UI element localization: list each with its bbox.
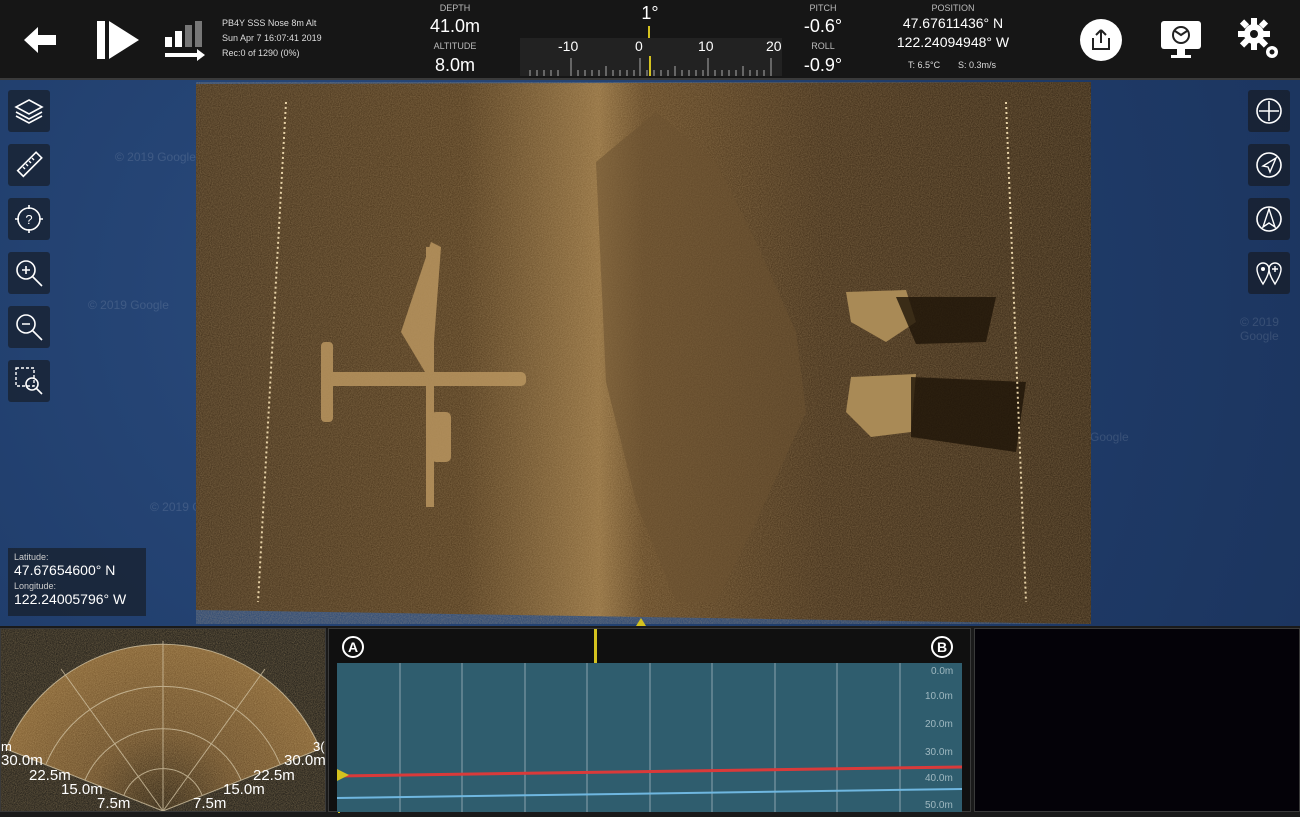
secondary-view-panel xyxy=(974,628,1300,812)
marker-b[interactable]: B xyxy=(931,636,953,658)
forward-sonar-panel: m 30.0m 22.5m 15.0m 7.5m 3( 30.0m 22.5m … xyxy=(0,628,326,812)
depth-label: DEPTH xyxy=(439,3,471,13)
profile-header xyxy=(337,629,962,665)
depth-tick-label: 10.0m xyxy=(925,691,953,702)
heading-value: 1° xyxy=(641,3,659,23)
altitude-value: 8.0m xyxy=(434,55,476,75)
speed-readout: S: 0.3m/s xyxy=(958,60,997,70)
roll-value: -0.9° xyxy=(803,55,843,75)
play-step-button[interactable] xyxy=(94,16,142,64)
map-watermark: Google xyxy=(1090,430,1129,444)
cursor-coordinates: Latitude: 47.67654600° N Longitude: 122.… xyxy=(8,548,146,616)
map-watermark: © 2019 Google xyxy=(115,150,196,164)
depth-tick-label: 50.0m xyxy=(925,800,953,811)
navigate-icon xyxy=(1256,152,1282,178)
right-toolbar xyxy=(1248,90,1294,306)
record-counter: Rec:0 of 1290 (0%) xyxy=(222,48,300,58)
crosshair-icon xyxy=(1256,98,1282,124)
sidescan-sonar-image xyxy=(196,82,1091,624)
back-button[interactable] xyxy=(20,20,60,60)
range-label: 15.0m xyxy=(223,781,265,798)
signal-bars-icon xyxy=(165,21,205,61)
depth-value: 41.0m xyxy=(429,16,481,36)
heading-compass: 1° -10 0 10 20 xyxy=(520,0,782,78)
longitude-value: 122.24005796° W xyxy=(14,591,127,607)
marker-pins-icon xyxy=(1256,262,1282,286)
ruler-button[interactable] xyxy=(8,144,50,186)
north-arrow-button[interactable] xyxy=(1248,198,1290,240)
compass-scale: -10 0 10 20 xyxy=(520,38,782,76)
play-step-icon xyxy=(97,21,139,59)
ruler-icon xyxy=(16,151,43,178)
track-position-marker xyxy=(636,618,646,626)
map-watermark: © 2019 Google xyxy=(88,298,169,312)
longitude-label: Longitude: xyxy=(14,581,57,591)
layers-button[interactable] xyxy=(8,90,50,132)
layers-icon xyxy=(14,99,44,124)
signal-strength-button[interactable] xyxy=(162,18,208,62)
latitude-label: Latitude: xyxy=(14,552,49,562)
depth-tick-label: 40.0m xyxy=(925,773,953,784)
zoom-out-icon xyxy=(16,314,43,341)
marker-a[interactable]: A xyxy=(342,636,364,658)
pitch-label: PITCH xyxy=(809,3,837,13)
depth-tick-label: 20.0m xyxy=(925,719,953,730)
profile-plot xyxy=(336,663,963,812)
left-toolbar: ? xyxy=(8,90,54,414)
file-info: PB4Y SSS Nose 8m Alt Sun Apr 7 16:07:41 … xyxy=(222,16,322,61)
position-lon: 122.24094948° W xyxy=(896,34,1010,50)
navigate-button[interactable] xyxy=(1248,144,1290,186)
screen-button[interactable] xyxy=(1158,18,1204,60)
playhead-marker[interactable] xyxy=(594,629,597,663)
crosshair-button[interactable] xyxy=(1248,90,1290,132)
top-toolbar: PB4Y SSS Nose 8m Alt Sun Apr 7 16:07:41 … xyxy=(0,0,1300,80)
current-depth-marker xyxy=(337,769,349,781)
range-label: 7.5m xyxy=(97,795,131,812)
zoom-region-button[interactable] xyxy=(8,360,50,402)
depth-tick-label: 0.0m xyxy=(931,666,954,677)
zoom-out-button[interactable] xyxy=(8,306,50,348)
latitude-value: 47.67654600° N xyxy=(14,562,116,578)
gear-icon xyxy=(1238,18,1278,58)
range-label: 7.5m xyxy=(193,795,227,812)
marker-pins-button[interactable] xyxy=(1248,252,1290,294)
north-arrow-icon xyxy=(1256,206,1282,232)
altitude-label: ALTITUDE xyxy=(433,41,477,51)
zoom-in-icon xyxy=(16,260,43,287)
share-icon xyxy=(1092,29,1110,50)
sonar-map-view[interactable]: © 2019 Google © 2019 Google © 2019 Googl… xyxy=(0,80,1300,626)
zoom-in-button[interactable] xyxy=(8,252,50,294)
help-target-icon: ? xyxy=(15,205,43,233)
profile-chart: 0.0m 10.0m 20.0m 30.0m 40.0m 50.0m xyxy=(336,663,963,812)
map-watermark: © 2019 Google xyxy=(1240,315,1279,343)
depth-tick-label: 30.0m xyxy=(925,747,953,758)
help-target-button[interactable]: ? xyxy=(8,198,50,240)
compass-ticks xyxy=(529,56,772,76)
position-label: POSITION xyxy=(931,3,975,13)
heading-pointer xyxy=(648,26,650,38)
position-lat: 47.67611436° N xyxy=(902,15,1004,31)
file-date: Sun Apr 7 16:07:41 2019 xyxy=(222,33,322,43)
back-arrow-icon xyxy=(24,27,56,53)
settings-button[interactable] xyxy=(1236,16,1282,62)
temperature-readout: T: 6.5°C xyxy=(908,60,941,70)
share-button[interactable] xyxy=(1080,19,1122,61)
map-watermark: © 2019 G xyxy=(150,500,202,514)
roll-label: ROLL xyxy=(811,41,835,51)
zoom-region-icon xyxy=(15,367,43,395)
pitch-value: -0.6° xyxy=(803,16,843,36)
file-name: PB4Y SSS Nose 8m Alt xyxy=(222,18,317,28)
screen-icon xyxy=(1161,21,1201,58)
svg-text:?: ? xyxy=(25,212,32,227)
